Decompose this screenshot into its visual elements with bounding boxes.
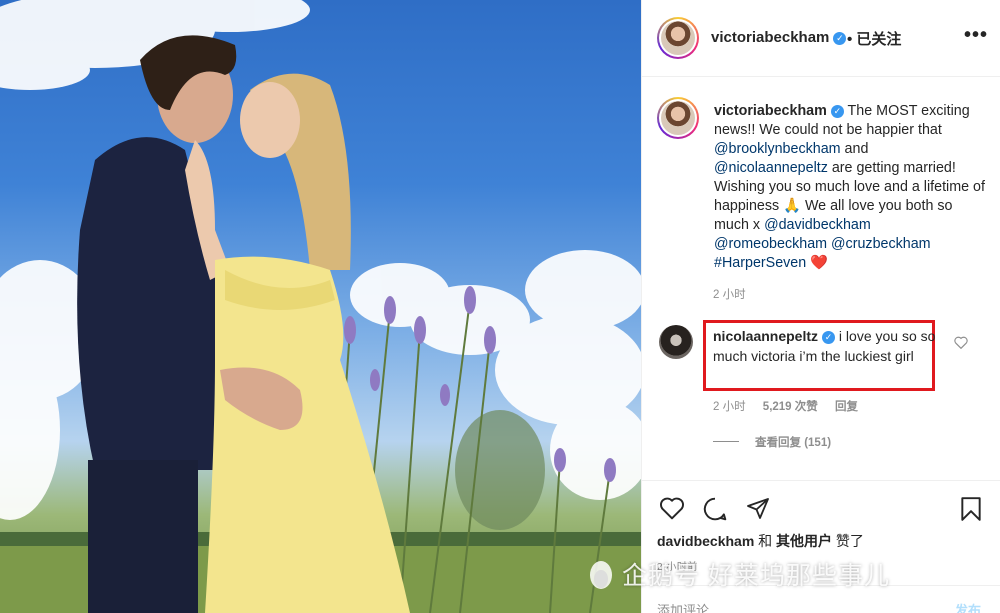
mention-brooklynbeckham[interactable]: @brooklynbeckham [714, 141, 841, 157]
post-header: victoriabeckham ✓ • 已关注 ••• [642, 0, 1000, 77]
penguin-logo-icon [590, 561, 612, 589]
verified-badge-icon: ✓ [830, 105, 844, 118]
caption-avatar[interactable] [657, 97, 699, 139]
hashtag-harperseven[interactable]: #HarperSeven [714, 255, 806, 271]
follow-status-button[interactable]: • 已关注 [847, 28, 901, 49]
actions-divider [641, 480, 1000, 481]
caption-text: victoriabeckham ✓ The MOST exciting news!… [714, 102, 986, 273]
replies-dash [713, 441, 739, 442]
watermark-text: 企鹅号 好莱坞那些事儿 [622, 562, 890, 590]
caption-username[interactable]: victoriabeckham [714, 103, 827, 119]
reply-button[interactable]: 回复 [835, 401, 858, 413]
author-username[interactable]: victoriabeckham [711, 29, 829, 46]
view-replies-link[interactable]: 查看回复 (151) [713, 434, 831, 450]
author-username-link[interactable]: victoriabeckham ✓ [711, 29, 847, 46]
comment-likes-count[interactable]: 5,219 次赞 [763, 401, 818, 413]
likes-suffix: 赞了 [832, 533, 864, 549]
like-heart-icon[interactable] [659, 496, 685, 520]
author-avatar[interactable] [657, 17, 699, 59]
mention-davidbeckham[interactable]: @davidbeckham [764, 217, 871, 233]
verified-badge-icon: ✓ [833, 32, 847, 45]
couple-photo-illustration [0, 0, 641, 613]
mention-nicolaannepeltz[interactable]: @nicolaannepeltz [714, 160, 828, 176]
mention-romeobeckham[interactable]: @romeobeckham [714, 236, 827, 252]
view-replies-label[interactable]: 查看回复 (151) [755, 437, 831, 449]
post-photo[interactable] [0, 0, 641, 613]
comment-text: nicolaannepeltz ✓ i love you so so much v… [713, 327, 937, 366]
commenter-avatar[interactable] [659, 325, 693, 359]
save-bookmark-icon[interactable] [959, 496, 983, 522]
verified-badge-icon: ✓ [822, 331, 836, 344]
mention-cruzbeckham[interactable]: @cruzbeckham [831, 236, 931, 252]
liker-username[interactable]: davidbeckham [657, 533, 754, 549]
likes-summary: davidbeckham 和 其他用户 赞了 [657, 531, 864, 551]
comment-like-heart-icon[interactable] [954, 336, 968, 349]
share-send-icon[interactable] [745, 496, 771, 520]
more-options-icon[interactable]: ••• [964, 24, 988, 47]
praying-hands-emoji: 🙏 [783, 198, 801, 214]
red-heart-emoji: ❤️ [810, 255, 828, 271]
post-sidebar: victoriabeckham ✓ • 已关注 ••• victoriabeckh… [641, 0, 1000, 613]
comment-timestamp: 2 小时 [713, 401, 746, 413]
add-comment-input[interactable]: 添加评论... [657, 600, 720, 613]
comment-meta: 2 小时 5,219 次赞 回复 [713, 398, 872, 414]
caption-segment: and [840, 141, 869, 157]
other-likers-link[interactable]: 其他用户 [776, 533, 832, 549]
caption-timestamp: 2 小时 [713, 289, 746, 301]
commenter-username[interactable]: nicolaannepeltz [713, 328, 818, 344]
comment-bubble-icon[interactable] [702, 496, 728, 522]
likes-conjunction: 和 [754, 533, 777, 549]
post-comment-button[interactable]: 发布 [955, 600, 981, 613]
